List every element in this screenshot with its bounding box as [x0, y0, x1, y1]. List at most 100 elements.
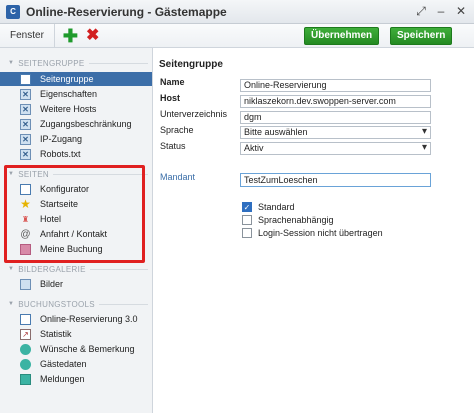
document-icon	[20, 73, 31, 85]
restore-icon[interactable]: ⤢	[414, 4, 428, 19]
sidebar-item-statistik[interactable]: ↗ Statistik	[0, 327, 152, 341]
dir-field[interactable]: dgm	[240, 111, 431, 124]
sidebar-item-label: Statistik	[40, 329, 72, 339]
sidebar-item-label: Seitengruppe	[40, 74, 94, 84]
group-head-seiten[interactable]: ▼ SEITEN	[0, 167, 152, 181]
ip-icon: ✕	[20, 133, 31, 145]
sidebar-item-seitengruppe[interactable]: Seitengruppe	[0, 72, 152, 86]
save-button[interactable]: Speichern	[390, 27, 453, 45]
checkbox-icon[interactable]	[242, 215, 252, 225]
checkbox-icon[interactable]	[242, 228, 252, 238]
hotel-icon: ♜	[21, 214, 30, 224]
reservation-icon	[20, 313, 31, 325]
sidebar-item-eigenschaften[interactable]: ✕ Eigenschaften	[0, 87, 152, 101]
sidebar-item-ip-zugang[interactable]: ✕ IP-Zugang	[0, 132, 152, 146]
chart-icon: ↗	[20, 328, 31, 340]
sidebar-item-label: Online-Reservierung 3.0	[40, 314, 138, 324]
group-label: SEITEN	[18, 169, 49, 179]
close-icon[interactable]: ✕	[454, 4, 468, 19]
group-head-buchungstools[interactable]: ▼ BUCHUNGSTOOLS	[0, 297, 152, 311]
sidebar-item-konfigurator[interactable]: Konfigurator	[0, 182, 152, 196]
menu-fenster[interactable]: Fenster	[0, 23, 55, 48]
robots-icon: ✕	[20, 148, 31, 160]
main-panel: Seitengruppe Name Online-Reservierung Ho…	[154, 48, 474, 413]
group-head-seitengruppe[interactable]: ▼ SEITENGRUPPE	[0, 56, 152, 70]
sidebar-item-hotel[interactable]: ♜ Hotel	[0, 212, 152, 226]
checkbox-sprachenabhaengig[interactable]: Sprachenabhängig	[242, 215, 334, 225]
star-icon: ★	[20, 197, 31, 211]
sidebar-item-label: Meldungen	[40, 374, 85, 384]
lang-label: Sprache	[160, 125, 194, 135]
booking-icon	[20, 243, 31, 255]
sidebar-item-label: Robots.txt	[40, 149, 81, 159]
sidebar-item-robots[interactable]: ✕ Robots.txt	[0, 147, 152, 161]
status-select[interactable]: Aktiv	[240, 142, 431, 155]
name-label: Name	[160, 77, 185, 87]
sidebar-item-zugangsbeschraenkung[interactable]: ✕ Zugangsbeschränkung	[0, 117, 152, 131]
window-title: Online-Reservierung - Gästemappe	[26, 4, 227, 19]
window-controls: ⤢ – ✕	[414, 4, 468, 19]
lang-select[interactable]: Bitte auswählen	[240, 126, 431, 139]
sidebar-item-label: Hotel	[40, 214, 62, 224]
sidebar-item-bilder[interactable]: Bilder	[0, 277, 152, 291]
group-label: SEITENGRUPPE	[18, 58, 85, 68]
lock-icon: ✕	[20, 118, 31, 130]
sidebar-item-label: Konfigurator	[40, 184, 90, 194]
apply-button[interactable]: Übernehmen	[304, 27, 380, 45]
app-icon: C	[6, 4, 20, 19]
checkbox-login-session[interactable]: Login-Session nicht übertragen	[242, 228, 383, 238]
messages-icon	[20, 373, 31, 385]
sidebar-item-label: Wünsche & Bemerkung	[40, 344, 135, 354]
guest-icon	[20, 358, 31, 370]
checkbox-label: Sprachenabhängig	[258, 215, 334, 225]
sidebar-item-online-reservierung[interactable]: Online-Reservierung 3.0	[0, 312, 152, 326]
sidebar-item-gaestedaten[interactable]: Gästedaten	[0, 357, 152, 371]
collapse-icon: ▼	[8, 301, 15, 307]
sidebar-item-meine-buchung[interactable]: Meine Buchung	[0, 242, 152, 256]
name-field[interactable]: Online-Reservierung	[240, 79, 431, 92]
host-field[interactable]: niklaszekorn.dev.swoppen-server.com	[240, 95, 431, 108]
add-icon[interactable]: ✚	[63, 27, 78, 45]
mandant-field[interactable]: TestZumLoeschen	[240, 173, 431, 187]
settings-icon: ✕	[20, 88, 31, 100]
sidebar-item-label: IP-Zugang	[40, 134, 83, 144]
sidebar-item-label: Startseite	[40, 199, 79, 209]
image-icon	[20, 278, 31, 290]
section-title: Seitengruppe	[159, 59, 223, 70]
checkbox-label: Login-Session nicht übertragen	[258, 228, 383, 238]
collapse-icon: ▼	[8, 60, 15, 66]
wishes-icon	[20, 343, 31, 355]
sidebar-item-label: Bilder	[40, 279, 64, 289]
configurator-icon	[20, 183, 31, 195]
collapse-icon: ▼	[8, 266, 15, 272]
sidebar-item-label: Gästedaten	[40, 359, 87, 369]
title-bar: C Online-Reservierung - Gästemappe ⤢ – ✕	[0, 0, 474, 24]
hosts-icon: ✕	[20, 103, 31, 115]
sidebar-item-meldungen[interactable]: Meldungen	[0, 372, 152, 386]
checkbox-checked-icon[interactable]: ✓	[242, 202, 252, 212]
collapse-icon: ▼	[8, 171, 15, 177]
group-label: BUCHUNGSTOOLS	[18, 299, 95, 309]
sidebar-item-startseite[interactable]: ★ Startseite	[0, 197, 152, 211]
checkbox-standard[interactable]: ✓ Standard	[242, 202, 295, 212]
mandant-label[interactable]: Mandant	[160, 172, 195, 182]
dir-label: Unterverzeichnis	[160, 109, 228, 119]
minimize-icon[interactable]: –	[434, 4, 448, 19]
sidebar-item-label: Eigenschaften	[40, 89, 98, 99]
delete-icon[interactable]: ✖	[86, 27, 99, 44]
sidebar-item-label: Meine Buchung	[40, 244, 103, 254]
sidebar: ▼ SEITENGRUPPE Seitengruppe ✕ Eigenschaf…	[0, 48, 153, 413]
checkbox-label: Standard	[258, 202, 295, 212]
sidebar-item-wuensche[interactable]: Wünsche & Bemerkung	[0, 342, 152, 356]
sidebar-item-label: Anfahrt / Kontakt	[40, 229, 108, 239]
sidebar-item-label: Weitere Hosts	[40, 104, 97, 114]
status-label: Status	[160, 141, 186, 151]
at-icon: @	[20, 228, 31, 240]
sidebar-item-anfahrt-kontakt[interactable]: @ Anfahrt / Kontakt	[0, 227, 152, 241]
host-label: Host	[160, 93, 180, 103]
toolbar: Fenster ✚ ✖ Übernehmen Speichern	[0, 23, 474, 48]
group-head-bildergalerie[interactable]: ▼ BILDERGALERIE	[0, 262, 152, 276]
group-label: BILDERGALERIE	[18, 264, 86, 274]
sidebar-item-label: Zugangsbeschränkung	[40, 119, 132, 129]
sidebar-item-weitere-hosts[interactable]: ✕ Weitere Hosts	[0, 102, 152, 116]
